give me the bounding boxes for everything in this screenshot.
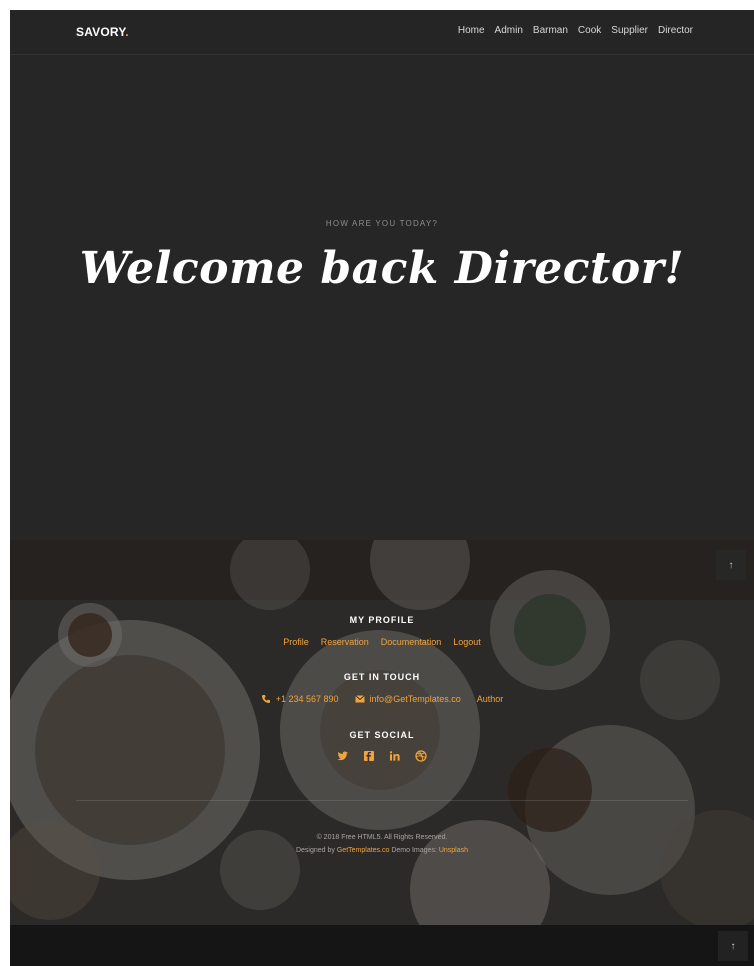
- demo-images-label: Demo Images:: [391, 847, 437, 854]
- logout-link[interactable]: Logout: [453, 637, 481, 647]
- nav-barman[interactable]: Barman: [533, 25, 568, 36]
- designed-by-label: Designed by: [295, 847, 335, 854]
- linkedin-icon[interactable]: [389, 750, 401, 762]
- phone-icon: [261, 695, 270, 703]
- hero-title: Welcome back Director!: [79, 243, 685, 294]
- nav-admin[interactable]: Admin: [495, 25, 523, 36]
- documentation-link[interactable]: Documentation: [381, 637, 442, 647]
- nav-home[interactable]: Home: [458, 25, 485, 36]
- scroll-to-top-button-fixed[interactable]: ↑: [718, 931, 748, 961]
- social-links: [10, 750, 754, 762]
- contact-row: +1 234 567 890 info@GetTemplates.co Auth…: [10, 694, 754, 704]
- brand-name: SAVORY: [76, 25, 126, 39]
- email-link[interactable]: info@GetTemplates.co: [354, 694, 461, 704]
- phone-link[interactable]: +1 234 567 890: [261, 694, 339, 704]
- copyright-text: © 2018 Free HTML5. All Rights Reserved.: [316, 834, 448, 841]
- copyright-block: © 2018 Free HTML5. All Rights Reserved. …: [10, 831, 754, 857]
- scroll-to-top-button[interactable]: ↑: [716, 550, 746, 580]
- nav-cook[interactable]: Cook: [578, 25, 601, 36]
- brand-dot: .: [125, 25, 129, 39]
- hero-kicker: HOW ARE YOU TODAY?: [325, 219, 439, 228]
- main-nav: Home Admin Barman Cook Supplier Director: [458, 25, 693, 36]
- navbar: SAVORY. Home Admin Barman Cook Supplier …: [10, 10, 754, 55]
- footer-divider: [76, 800, 688, 801]
- footer: MY PROFILE Profile Reservation Documenta…: [10, 540, 754, 925]
- get-social-heading: GET SOCIAL: [349, 730, 415, 740]
- email-address: info@GetTemplates.co: [369, 694, 461, 704]
- reservation-link[interactable]: Reservation: [321, 637, 369, 647]
- my-profile-heading: MY PROFILE: [349, 615, 415, 625]
- envelope-icon: [354, 695, 365, 703]
- profile-link[interactable]: Profile: [283, 637, 309, 647]
- profile-links: Profile Reservation Documentation Logout: [10, 637, 754, 647]
- facebook-icon[interactable]: [363, 750, 375, 762]
- unsplash-link[interactable]: Unsplash: [439, 847, 468, 854]
- arrow-up-icon: ↑: [730, 940, 736, 952]
- brand-logo[interactable]: SAVORY.: [76, 25, 129, 39]
- page: SAVORY. Home Admin Barman Cook Supplier …: [10, 10, 754, 966]
- dribbble-icon[interactable]: [415, 750, 427, 762]
- get-in-touch-heading: GET IN TOUCH: [343, 672, 421, 682]
- nav-supplier[interactable]: Supplier: [611, 25, 648, 36]
- phone-number: +1 234 567 890: [275, 694, 339, 704]
- arrow-up-icon: ↑: [728, 559, 734, 571]
- hero-section: HOW ARE YOU TODAY? Welcome back Director…: [10, 55, 754, 540]
- nav-director[interactable]: Director: [658, 25, 693, 36]
- author-link[interactable]: Author: [477, 694, 504, 704]
- gettemplates-link[interactable]: GetTemplates.co: [337, 847, 390, 854]
- twitter-icon[interactable]: [337, 750, 349, 762]
- credits-line: Designed by GetTemplates.co Demo Images:…: [10, 844, 754, 857]
- bottom-bar: ↑: [10, 925, 754, 966]
